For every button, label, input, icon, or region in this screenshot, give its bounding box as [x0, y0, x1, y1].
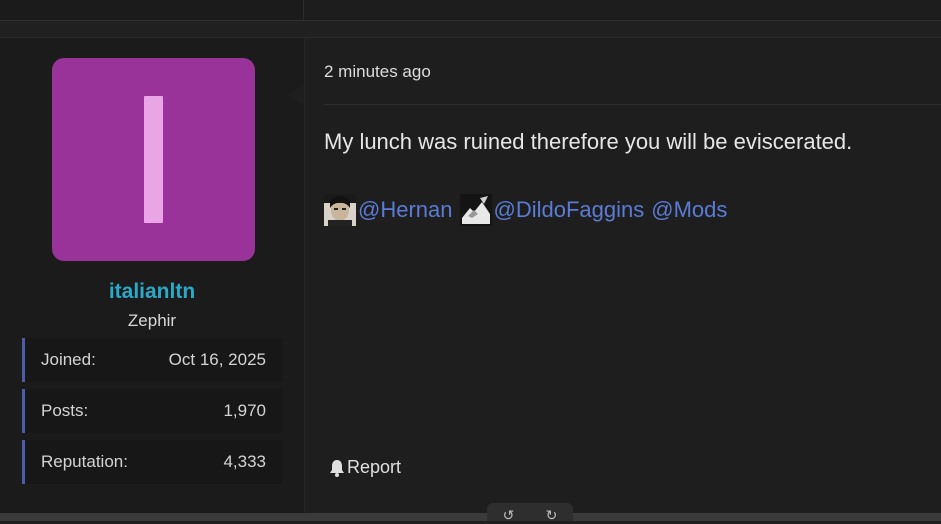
user-title: Zephir [127, 311, 177, 330]
stat-value: 4,333 [223, 452, 266, 471]
post-message: My lunch was ruined therefore you will b… [324, 129, 853, 154]
mention-link[interactable]: @Mods [651, 197, 727, 223]
stat-value: Oct 16, 2025 [168, 350, 266, 369]
previous-post-sidebar [0, 0, 304, 20]
avatar[interactable] [52, 58, 255, 261]
mention-link[interactable]: @Hernan [358, 197, 453, 223]
user-avatar-thumbnail-icon[interactable] [459, 194, 492, 226]
author-sidebar: italianltn Zephir Joined: Oct 16, 2025 P… [0, 38, 304, 514]
stat-value: 1,970 [223, 401, 266, 420]
message-pointer-arrow [287, 84, 304, 106]
mention-link[interactable]: @DildoFaggins [494, 197, 645, 223]
stat-reputation: Reputation: 4,333 [22, 440, 282, 484]
forum-post: italianltn Zephir Joined: Oct 16, 2025 P… [0, 37, 941, 514]
post-body: 2 minutes ago My lunch was ruined theref… [304, 38, 941, 514]
report-label: Report [347, 457, 402, 477]
report-button[interactable]: Report [329, 457, 401, 478]
header-divider [324, 104, 941, 105]
rotate-right-icon[interactable]: ↻ [546, 507, 558, 524]
stat-label: Posts: [41, 401, 89, 420]
post-timestamp[interactable]: 2 minutes ago [324, 62, 431, 82]
username-link[interactable]: italianltn [0, 280, 304, 304]
mention-list: @Hernan @DildoFaggins @Mods [324, 194, 734, 226]
previous-post-remnant [0, 0, 941, 20]
bottom-bar [0, 513, 941, 521]
stat-joined: Joined: Oct 16, 2025 [22, 338, 282, 382]
bell-icon [330, 459, 344, 477]
user-avatar-thumbnail-icon[interactable] [324, 194, 356, 226]
avatar-letter [144, 96, 163, 223]
post-gap [0, 21, 941, 37]
stat-label: Joined: [41, 350, 96, 369]
rotate-left-icon[interactable]: ↺ [503, 507, 515, 524]
stat-posts: Posts: 1,970 [22, 389, 282, 433]
floating-toolbar: ↺ ↻ [487, 503, 573, 524]
stat-label: Reputation: [41, 452, 128, 471]
